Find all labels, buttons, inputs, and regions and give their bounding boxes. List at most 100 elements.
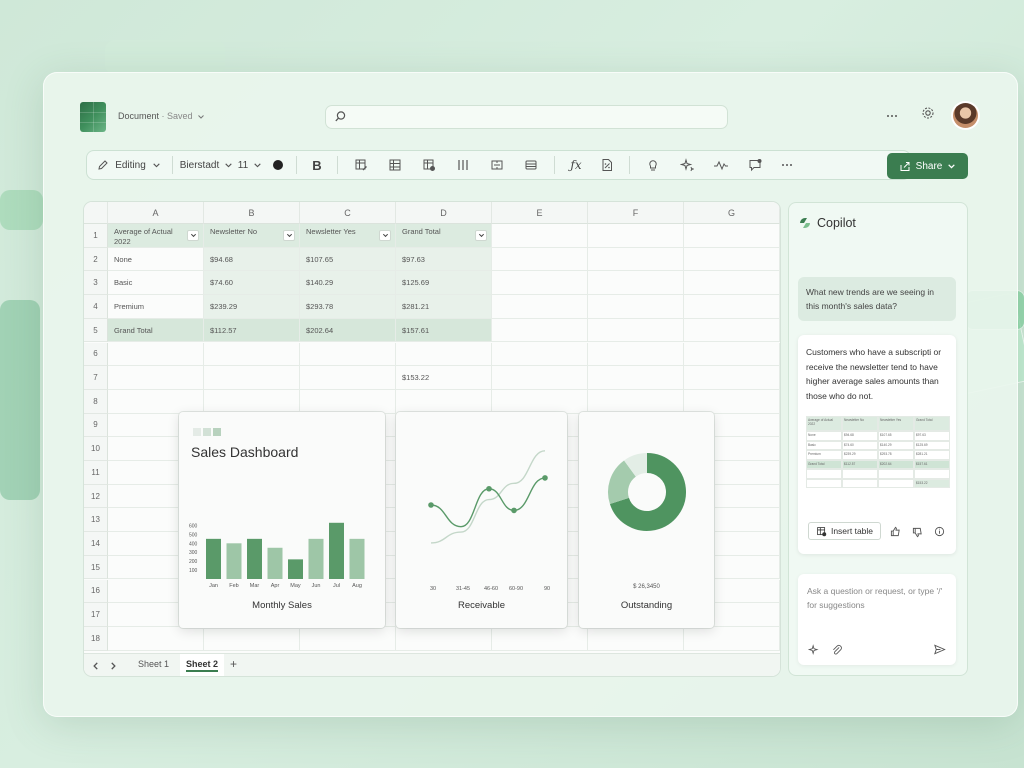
cell[interactable] xyxy=(492,626,588,651)
cell[interactable] xyxy=(588,389,684,414)
columns-button[interactable] xyxy=(446,153,480,177)
merge-cells-button[interactable] xyxy=(480,153,514,177)
avatar[interactable] xyxy=(953,103,978,128)
filter-dropdown-button[interactable] xyxy=(379,230,391,241)
pivot-header-cell[interactable]: Grand Total xyxy=(396,224,492,248)
column-header[interactable]: G xyxy=(684,202,780,224)
pivot-cell[interactable]: None xyxy=(108,247,204,272)
column-header[interactable]: D xyxy=(396,202,492,224)
select-all-corner[interactable] xyxy=(84,202,108,224)
cell[interactable] xyxy=(300,389,396,414)
settings-button[interactable] xyxy=(921,106,935,120)
filter-dropdown-button[interactable] xyxy=(187,230,199,241)
tab-sheet-1[interactable]: Sheet 1 xyxy=(138,659,169,669)
cell[interactable] xyxy=(588,224,684,248)
pivot-cell[interactable]: $74.60 xyxy=(204,271,300,296)
comment-button[interactable] xyxy=(738,153,772,177)
app-logo-icon[interactable] xyxy=(80,102,106,132)
row-header[interactable]: 18 xyxy=(84,626,108,651)
row-header[interactable]: 17 xyxy=(84,603,108,627)
chevron-left-icon[interactable] xyxy=(91,661,101,671)
cell[interactable] xyxy=(684,271,780,296)
row-header[interactable]: 6 xyxy=(84,342,108,367)
row-header[interactable]: 16 xyxy=(84,579,108,604)
cell[interactable] xyxy=(588,366,684,390)
insert-table-button[interactable] xyxy=(412,153,446,177)
cell[interactable] xyxy=(492,247,588,272)
row-header[interactable]: 1 xyxy=(84,224,108,248)
thumbs-down-icon[interactable] xyxy=(912,527,923,538)
column-header[interactable]: B xyxy=(204,202,300,224)
pivot-cell[interactable]: $157.61 xyxy=(396,318,492,343)
info-icon[interactable] xyxy=(934,526,945,537)
cell[interactable] xyxy=(588,342,684,367)
cell[interactable] xyxy=(204,342,300,367)
cell[interactable] xyxy=(108,626,204,651)
table-button[interactable] xyxy=(378,153,412,177)
cell[interactable] xyxy=(684,318,780,343)
cell-styles-button[interactable] xyxy=(514,153,548,177)
more-options-button[interactable] xyxy=(885,106,899,120)
paperclip-icon[interactable] xyxy=(831,644,843,656)
cell[interactable] xyxy=(396,626,492,651)
pivot-cell[interactable]: Grand Total xyxy=(108,318,204,343)
sparkle-button[interactable] xyxy=(670,153,704,177)
share-button[interactable]: Share xyxy=(887,153,968,179)
row-header[interactable]: 12 xyxy=(84,484,108,509)
pivot-cell[interactable]: $239.29 xyxy=(204,295,300,319)
cell[interactable] xyxy=(108,389,204,414)
row-header[interactable]: 7 xyxy=(84,366,108,390)
thumbs-up-icon[interactable] xyxy=(890,526,901,537)
cell[interactable] xyxy=(492,389,588,414)
cell[interactable] xyxy=(684,626,780,651)
row-header[interactable]: 15 xyxy=(84,555,108,580)
sparkle-icon[interactable] xyxy=(808,644,820,656)
row-header[interactable]: 10 xyxy=(84,437,108,461)
sparkline-button[interactable] xyxy=(704,153,738,177)
cell[interactable] xyxy=(300,626,396,651)
cell[interactable] xyxy=(396,389,492,414)
cell[interactable] xyxy=(588,271,684,296)
cell[interactable] xyxy=(684,247,780,272)
editing-mode-dropdown[interactable]: Editing xyxy=(86,153,166,177)
cell[interactable] xyxy=(684,224,780,248)
cell[interactable] xyxy=(492,271,588,296)
cell[interactable] xyxy=(492,318,588,343)
pivot-cell[interactable]: $140.29 xyxy=(300,271,396,296)
cell[interactable] xyxy=(588,295,684,319)
document-title[interactable]: Document · Saved xyxy=(118,111,205,121)
column-header[interactable]: F xyxy=(588,202,684,224)
analyze-button[interactable] xyxy=(591,153,623,177)
pivot-cell[interactable]: $293.78 xyxy=(300,295,396,319)
copilot-prompt-input[interactable]: Ask a question or request, or type '/' f… xyxy=(798,574,956,665)
row-header[interactable]: 9 xyxy=(84,413,108,438)
bold-button[interactable]: B xyxy=(303,153,331,177)
pivot-cell[interactable]: $97.63 xyxy=(396,247,492,272)
sales-dashboard-card[interactable]: Sales Dashboard 600 500 400 300 200 100 Jan Feb… xyxy=(179,412,385,628)
send-icon[interactable] xyxy=(933,643,946,656)
cell[interactable] xyxy=(684,389,780,414)
cell[interactable] xyxy=(492,366,588,390)
row-header[interactable]: 5 xyxy=(84,318,108,343)
cell[interactable] xyxy=(108,342,204,367)
function-button[interactable]: ƒx xyxy=(561,153,591,177)
cell[interactable] xyxy=(588,247,684,272)
pivot-header-cell[interactable]: Average of Actual 2022 xyxy=(108,224,204,248)
cell[interactable] xyxy=(492,295,588,319)
receivable-card[interactable]: 30 31-45 46-60 60-90 90 Receivable xyxy=(396,412,567,628)
cell[interactable] xyxy=(684,295,780,319)
row-header[interactable]: 2 xyxy=(84,247,108,272)
cell[interactable] xyxy=(204,366,300,390)
pivot-cell[interactable]: $107.65 xyxy=(300,247,396,272)
chevron-right-icon[interactable] xyxy=(108,661,118,671)
row-header[interactable]: 13 xyxy=(84,508,108,533)
cell[interactable] xyxy=(108,366,204,390)
more-options-button[interactable] xyxy=(772,153,802,177)
pivot-header-cell[interactable]: Newsletter No xyxy=(204,224,300,248)
cell[interactable] xyxy=(684,366,780,390)
pivot-cell[interactable]: Premium xyxy=(108,295,204,319)
cell[interactable] xyxy=(396,342,492,367)
filter-dropdown-button[interactable] xyxy=(283,230,295,241)
cell[interactable] xyxy=(492,224,588,248)
row-header[interactable]: 4 xyxy=(84,295,108,319)
